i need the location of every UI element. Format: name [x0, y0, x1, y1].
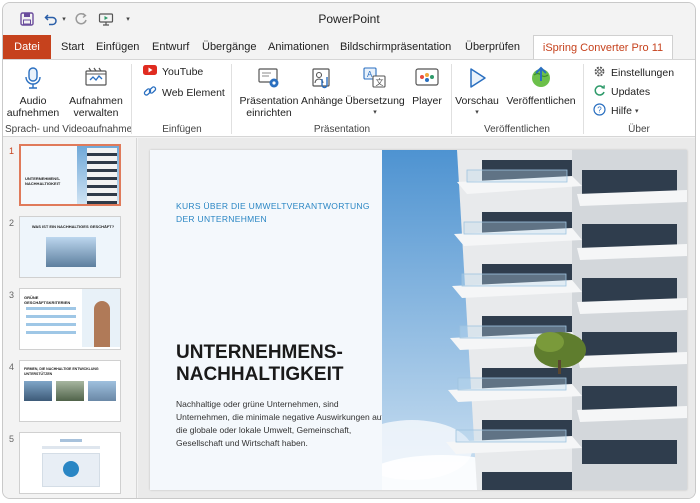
group-label-about: Über: [628, 124, 650, 135]
microphone-icon: [22, 66, 44, 95]
title-bar: ▾ ▾ PowerPoint: [3, 3, 695, 35]
link-icon: [143, 84, 162, 101]
manage-recordings-label-1: Aufnahmen: [69, 95, 123, 107]
help-dropdown-icon[interactable]: ▾: [635, 107, 639, 115]
slide-thumbnail-3[interactable]: GRÜNE GESCHÄFTSKRITERIEN: [19, 288, 121, 350]
svg-text:A: A: [367, 70, 373, 79]
tab-animationen[interactable]: Animationen: [268, 35, 329, 59]
current-slide[interactable]: KURS ÜBER DIE UMWELTVERANTWORTUNG DER UN…: [150, 150, 687, 490]
manage-recordings-icon: [83, 66, 109, 95]
group-divider: [131, 64, 132, 134]
thumbnail-title: GRÜNE GESCHÄFTSKRITERIEN: [24, 295, 71, 305]
help-icon: ?: [593, 103, 611, 119]
svg-text:?: ?: [597, 106, 602, 115]
updates-label: Updates: [611, 86, 651, 98]
group-divider: [231, 64, 232, 134]
updates-button[interactable]: Updates: [593, 84, 650, 100]
group-label-insert: Einfügen: [162, 124, 202, 135]
manage-recordings-label-2: verwalten: [73, 107, 119, 119]
thumbnail-number: 4: [9, 362, 15, 372]
tab-datei[interactable]: Datei: [3, 35, 51, 59]
presentation-setup-button[interactable]: Präsentation einrichten: [237, 66, 301, 119]
youtube-label: YouTube: [162, 65, 204, 78]
presentation-setup-label-1: Präsentation: [239, 95, 299, 107]
slide-thumbnail-2[interactable]: WAS IST EIN NACHHALTIGES GESCHÄFT?: [19, 216, 121, 278]
youtube-icon: [143, 65, 162, 78]
thumbnail-number: 2: [9, 218, 15, 228]
group-divider: [583, 64, 584, 134]
help-button[interactable]: ? Hilfe ▾: [593, 103, 639, 119]
refresh-icon: [593, 84, 611, 100]
attachments-label: Anhänge: [300, 95, 344, 107]
player-label: Player: [412, 95, 442, 107]
preview-dropdown-icon[interactable]: ▾: [475, 107, 479, 119]
slide-thumbnail-1[interactable]: UNTERNEHMENS-NACHHALTIGKEIT: [19, 144, 121, 206]
manage-recordings-button[interactable]: Aufnahmen verwalten: [67, 66, 125, 119]
thumbnail-number: 3: [9, 290, 15, 300]
slide-editing-area[interactable]: KURS ÜBER DIE UMWELTVERANTWORTUNG DER UN…: [138, 138, 695, 498]
tab-entwurf[interactable]: Entwurf: [152, 35, 189, 59]
translation-button[interactable]: A文 Übersetzung ▾: [345, 66, 405, 119]
powerpoint-window: ▾ ▾ PowerPoint Datei Start Einfügen Entw…: [2, 2, 696, 499]
gear-icon: [593, 65, 611, 81]
preview-play-icon: [465, 66, 489, 95]
group-label-publish: Veröffentlichen: [484, 124, 550, 135]
group-label-presentation: Präsentation: [313, 124, 371, 135]
thumbnail-title: UNTERNEHMENS-NACHHALTIGKEIT: [25, 176, 61, 186]
settings-label: Einstellungen: [611, 67, 675, 79]
web-element-label: Web Element: [162, 86, 225, 99]
player-icon: [414, 66, 440, 95]
youtube-button[interactable]: YouTube: [143, 65, 203, 78]
slide-thumbnail-4[interactable]: FIRMEN, DIE NACHHALTIGE ENTWICKLUNG UNTE…: [19, 360, 121, 422]
web-element-button[interactable]: Web Element: [143, 84, 225, 101]
publish-icon: [528, 66, 554, 95]
preview-button[interactable]: Vorschau ▾: [455, 66, 499, 119]
preview-label: Vorschau: [455, 95, 499, 107]
slide-thumbnail-5[interactable]: [19, 432, 121, 494]
thumbnail-title: WAS IST EIN NACHHALTIGES GESCHÄFT?: [31, 224, 115, 229]
app-title: PowerPoint: [318, 12, 380, 26]
ribbon-tabs: Datei Start Einfügen Entwurf Übergänge A…: [3, 35, 695, 60]
group-label-recording: Sprach- und Videoaufnahme: [5, 124, 133, 135]
slide-title[interactable]: UNTERNEHMENS-NACHHALTIGKEIT: [176, 342, 396, 386]
attachments-button[interactable]: Anhänge: [301, 66, 343, 107]
group-divider: [451, 64, 452, 134]
record-audio-label-2: aufnehmen: [6, 107, 60, 119]
slide-thumbnail-pane[interactable]: 1 UNTERNEHMENS-NACHHALTIGKEIT 2 WAS IST …: [3, 138, 137, 498]
translation-label: Übersetzung: [345, 95, 405, 107]
presentation-setup-icon: [257, 66, 281, 95]
translation-dropdown-icon[interactable]: ▾: [373, 107, 377, 119]
svg-text:文: 文: [376, 77, 384, 87]
tab-bildschirmpraesentation[interactable]: Bildschirmpräsentation: [340, 35, 451, 59]
player-button[interactable]: Player: [407, 66, 447, 107]
ribbon: Audio aufnehmen Aufnahmen verwalten Spra…: [3, 59, 695, 137]
settings-button[interactable]: Einstellungen: [593, 65, 674, 81]
tab-einfuegen[interactable]: Einfügen: [96, 35, 139, 59]
slide-body-text[interactable]: Nachhaltige oder grüne Unternehmen, sind…: [176, 398, 386, 450]
thumbnail-title: FIRMEN, DIE NACHHALTIGE ENTWICKLUNG UNTE…: [24, 367, 99, 376]
tab-ueberpruefen[interactable]: Überprüfen: [465, 35, 520, 59]
attachments-icon: [310, 66, 334, 95]
record-audio-button[interactable]: Audio aufnehmen: [6, 66, 60, 119]
translation-icon: A文: [362, 66, 388, 95]
tab-uebergaenge[interactable]: Übergänge: [202, 35, 256, 59]
thumbnail-number: 5: [9, 434, 15, 444]
tab-start[interactable]: Start: [61, 35, 84, 59]
presentation-setup-label-2: einrichten: [246, 107, 292, 119]
slide-eyebrow-text[interactable]: KURS ÜBER DIE UMWELTVERANTWORTUNG DER UN…: [176, 200, 376, 226]
record-audio-label-1: Audio: [19, 95, 47, 107]
building-photo[interactable]: [352, 150, 687, 490]
publish-button[interactable]: Veröffentlichen: [503, 66, 579, 107]
publish-label: Veröffentlichen: [506, 95, 576, 107]
help-label: Hilfe: [611, 105, 633, 117]
tab-ispring-converter[interactable]: iSpring Converter Pro 11: [533, 35, 673, 60]
thumbnail-number: 1: [9, 146, 15, 156]
